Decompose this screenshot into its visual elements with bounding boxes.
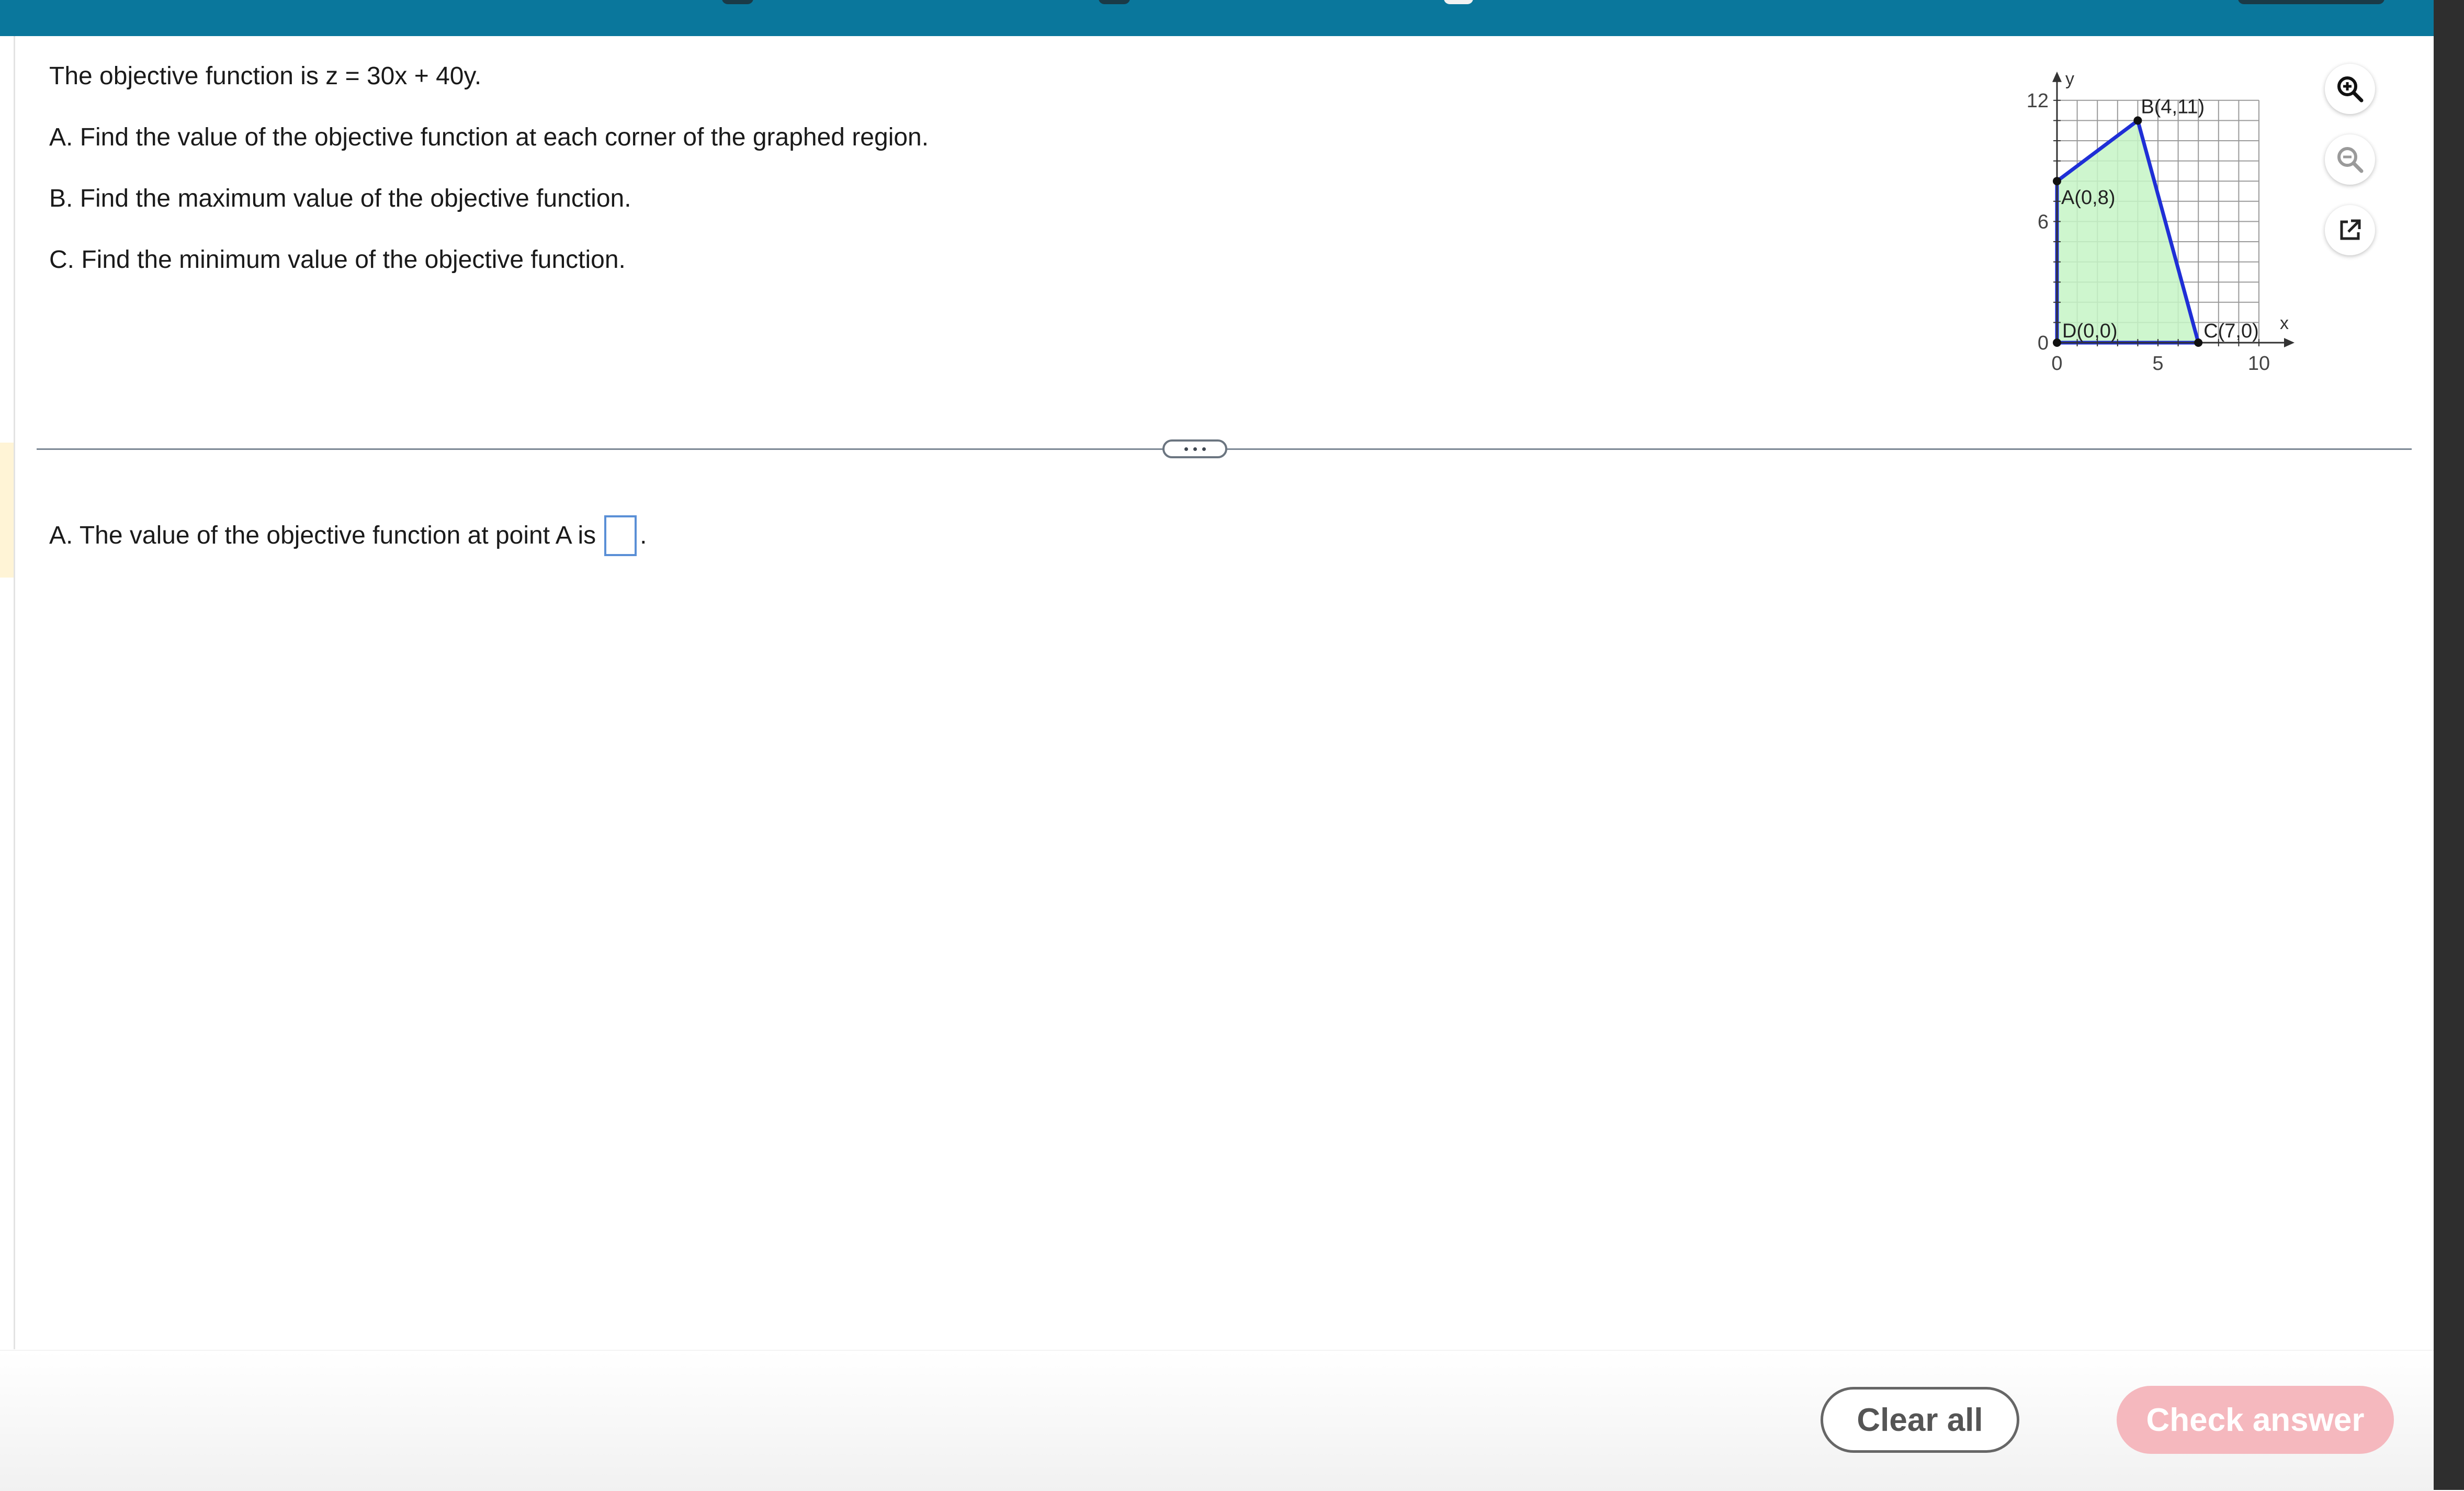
corner-point — [2194, 338, 2203, 347]
handle-dot — [1193, 447, 1197, 451]
corner-point-label: C(7,0) — [2203, 320, 2259, 342]
question-part-c: C. Find the minimum value of the objecti… — [49, 246, 626, 274]
y-axis-label: y — [2065, 69, 2074, 89]
y-tick-label: 6 — [2038, 211, 2049, 233]
y-axis-arrow — [2052, 71, 2062, 82]
topbar-control[interactable] — [1099, 0, 1130, 4]
current-part-marker — [0, 443, 14, 578]
answer-line: A. The value of the objective function a… — [49, 515, 647, 556]
question-part-b: B. Find the maximum value of the objecti… — [49, 185, 631, 212]
clear-all-button[interactable]: Clear all — [1821, 1387, 2019, 1453]
zoom-in-icon — [2337, 76, 2364, 103]
left-border — [14, 36, 15, 1349]
divider-handle[interactable] — [1162, 439, 1227, 458]
feasible-region-graph: x y 0 5 10 0 6 12 A(0,8) B(4,11) C(7,0) D(0,0) — [2027, 69, 2295, 375]
answer-prompt: A. The value of the objective function a… — [49, 522, 596, 549]
corner-point — [2053, 338, 2061, 347]
topbar-control[interactable] — [722, 0, 753, 4]
x-tick-label: 10 — [2248, 353, 2270, 375]
check-answer-button[interactable]: Check answer — [2117, 1386, 2394, 1454]
corner-point-label: A(0,8) — [2061, 187, 2115, 209]
scrollbar[interactable] — [2434, 0, 2464, 1490]
y-tick-label: 0 — [2038, 332, 2049, 354]
corner-point — [2053, 177, 2061, 186]
corner-point-label: D(0,0) — [2062, 320, 2118, 342]
x-tick-label: 5 — [2152, 353, 2163, 375]
handle-dot — [1184, 447, 1188, 451]
corner-point-label: B(4,11) — [2141, 96, 2205, 118]
answer-period: . — [640, 522, 647, 549]
question-part-a: A. Find the value of the objective funct… — [49, 123, 929, 151]
y-tick-label: 12 — [2027, 90, 2049, 112]
x-axis-arrow — [2284, 338, 2295, 347]
x-tick-label: 0 — [2051, 353, 2062, 375]
top-bar — [0, 0, 2464, 36]
zoom-out-button[interactable] — [2325, 134, 2375, 185]
topbar-button[interactable] — [2238, 0, 2384, 4]
x-axis-label: x — [2280, 313, 2289, 333]
feasible-region — [2055, 118, 2200, 345]
footer-bar — [0, 1350, 2434, 1491]
answer-input[interactable] — [604, 515, 637, 556]
zoom-in-button[interactable] — [2325, 64, 2375, 114]
handle-dot — [1202, 447, 1206, 451]
help-icon[interactable] — [1444, 0, 1473, 4]
objective-function-text: The objective function is z = 30x + 40y. — [49, 62, 482, 90]
popout-button[interactable] — [2325, 205, 2375, 255]
external-link-icon — [2340, 219, 2361, 240]
zoom-out-icon — [2337, 147, 2364, 173]
